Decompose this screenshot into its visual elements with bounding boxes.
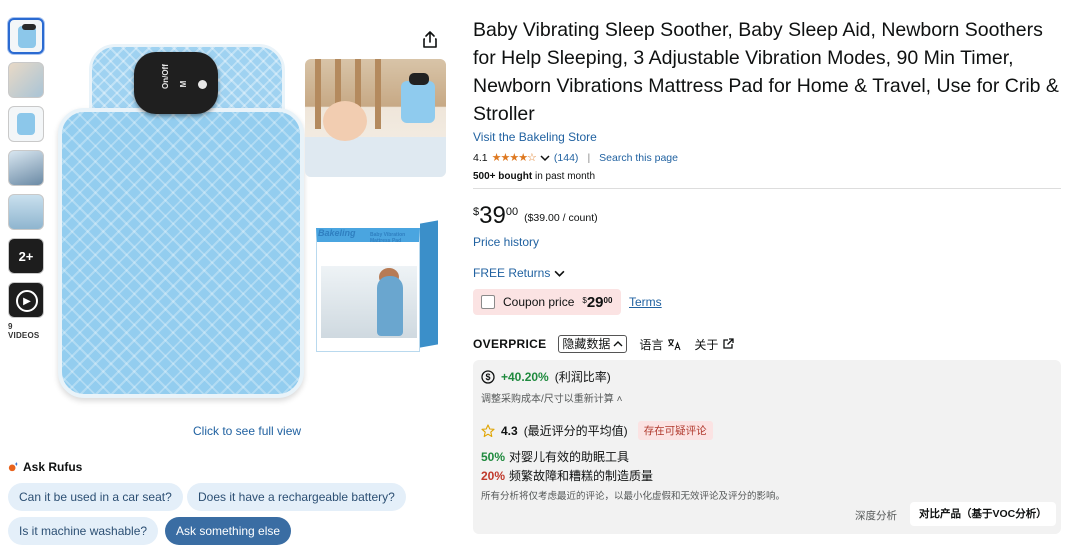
recalc-toggle[interactable]: 调整采购成本/尺寸以重新计算 ˄: [481, 390, 622, 405]
overprice-brand: OVERPRICE: [473, 337, 547, 351]
rufus-icon: [8, 462, 18, 472]
package-image[interactable]: Bakeling Baby Vibration Mattress Pad: [316, 220, 438, 352]
coupon-box[interactable]: Coupon price $ 29 00: [473, 289, 621, 315]
box-title: Baby Vibration Mattress Pad: [370, 232, 406, 244]
review-score: 4.3: [501, 423, 518, 438]
rating-row: 4.1 ★★★★☆ (144) | Search this page: [473, 151, 678, 165]
full-view-link[interactable]: Click to see full view: [193, 424, 301, 438]
suspicious-review-badge: 存在可疑评论: [637, 421, 713, 440]
coupon-terms-link[interactable]: Terms: [629, 295, 662, 309]
stat-positive-text: 对婴儿有效的助眠工具: [509, 450, 630, 464]
stat-negative-pct: 20%: [481, 469, 506, 483]
review-score-label: (最近评分的平均值): [523, 424, 628, 438]
hide-data-toggle[interactable]: 隐藏数据: [558, 335, 628, 353]
thumbnail-5[interactable]: [8, 194, 44, 230]
profit-label: (利润比率): [554, 370, 611, 384]
coupon-checkbox[interactable]: [481, 295, 495, 309]
chevron-up-icon: [613, 341, 623, 347]
free-returns-label: FREE Returns: [473, 266, 551, 280]
free-returns-link[interactable]: FREE Returns: [473, 266, 565, 280]
videos-label[interactable]: 9 VIDEOS: [8, 322, 44, 340]
play-icon: ▶: [16, 290, 38, 312]
product-title: Baby Vibrating Sleep Soother, Baby Sleep…: [473, 19, 1059, 125]
stat-negative-text: 频繁故障和糟糕的制造质量: [509, 469, 654, 483]
pad-controller: On/Off M: [134, 52, 218, 114]
overprice-toolbar: OVERPRICE 隐藏数据 语言 关于: [473, 334, 747, 354]
thumbnail-strip: 2+ ▶ 9 VIDEOS: [8, 18, 44, 340]
rufus-chip-battery[interactable]: Does it have a rechargeable battery?: [187, 483, 406, 511]
thumbnail-more[interactable]: 2+: [8, 238, 44, 274]
review-score-row: 4.3 (最近评分的平均值) 存在可疑评论: [481, 421, 713, 440]
store-link[interactable]: Visit the Bakeling Store: [473, 130, 597, 144]
profit-row: $ +40.20% (利润比率): [481, 368, 611, 385]
baby: [323, 101, 367, 141]
caret-up-icon: ˄: [616, 394, 623, 405]
separator: |: [587, 151, 591, 164]
pad-body: [58, 108, 304, 398]
rufus-ask-button[interactable]: Ask something else: [165, 517, 292, 545]
price: $ 39 00 ($39.00 / count): [473, 203, 598, 229]
box-front: [316, 228, 420, 352]
language-button[interactable]: 语言: [639, 336, 681, 353]
controller-icon: [22, 24, 36, 30]
deep-analysis-link[interactable]: 深度分析: [855, 508, 897, 523]
stat-row-positive: 50% 对婴儿有效的助眠工具: [481, 448, 629, 465]
coupon-label: Coupon price: [503, 295, 575, 309]
pad-icon: [17, 113, 35, 135]
mode-button-label: M: [179, 80, 188, 88]
review-count-link[interactable]: (144): [554, 152, 579, 164]
profit-value: +40.20%: [501, 369, 549, 384]
rating-value: 4.1: [473, 151, 488, 164]
svg-text:$: $: [485, 372, 490, 382]
analysis-note: 所有分析将仅考虑最近的评论，以最小化虚假和无效评论及评分的影响。: [481, 491, 786, 502]
coupon-price: $ 29 00: [582, 293, 613, 311]
star-outline-icon: [481, 423, 495, 437]
stat-positive-pct: 50%: [481, 450, 506, 464]
box-brand: Bakeling: [318, 228, 356, 238]
about-link[interactable]: 关于: [694, 336, 735, 353]
pad: [401, 81, 435, 123]
blanket: [305, 137, 446, 177]
overprice-panel: $ +40.20% (利润比率) 调整采购成本/尺寸以重新计算 ˄ 4.3 (最…: [473, 360, 1061, 534]
thumbnail-1[interactable]: [8, 18, 44, 54]
thumbnail-2[interactable]: [8, 62, 44, 98]
divider: [473, 188, 1061, 189]
controller: [409, 73, 429, 85]
box-side: [420, 220, 438, 348]
chevron-down-icon[interactable]: [540, 153, 550, 163]
bought-period: in past month: [532, 171, 595, 182]
more-count: 2+: [18, 248, 34, 264]
rufus-chip-washable[interactable]: Is it machine washable?: [8, 517, 159, 545]
bought-info: 500+ bought in past month: [473, 171, 595, 182]
stat-row-negative: 20% 频繁故障和糟糕的制造质量: [481, 467, 653, 484]
main-product-image[interactable]: On/Off M: [52, 40, 307, 408]
rufus-title: Ask Rufus: [23, 460, 83, 474]
share-icon[interactable]: [420, 30, 440, 50]
dollar-icon: $: [481, 369, 495, 384]
thumbnail-3[interactable]: [8, 106, 44, 142]
power-button-label: On/Off: [161, 64, 170, 89]
bought-count: 500+ bought: [473, 171, 533, 182]
rating-stars-icon[interactable]: ★★★★☆: [492, 151, 537, 164]
price-history-link[interactable]: Price history: [473, 235, 539, 249]
thumbnail-4[interactable]: [8, 150, 44, 186]
rufus-header: Ask Rufus: [8, 460, 82, 474]
chevron-down-icon: [554, 270, 565, 277]
price-fraction: 00: [505, 206, 519, 218]
thumbnail-video[interactable]: ▶: [8, 282, 44, 318]
price-per-unit: ($39.00 / count): [524, 212, 598, 224]
indicator-dot: [198, 80, 207, 89]
translate-icon: [668, 338, 681, 350]
external-link-icon: [723, 338, 735, 349]
lifestyle-image[interactable]: [305, 59, 446, 177]
search-page-link[interactable]: Search this page: [599, 152, 678, 164]
rufus-chip-car-seat[interactable]: Can it be used in a car seat?: [8, 483, 183, 511]
price-whole: 39: [479, 202, 506, 229]
compare-products-button[interactable]: 对比产品（基于VOC分析）: [910, 502, 1056, 526]
